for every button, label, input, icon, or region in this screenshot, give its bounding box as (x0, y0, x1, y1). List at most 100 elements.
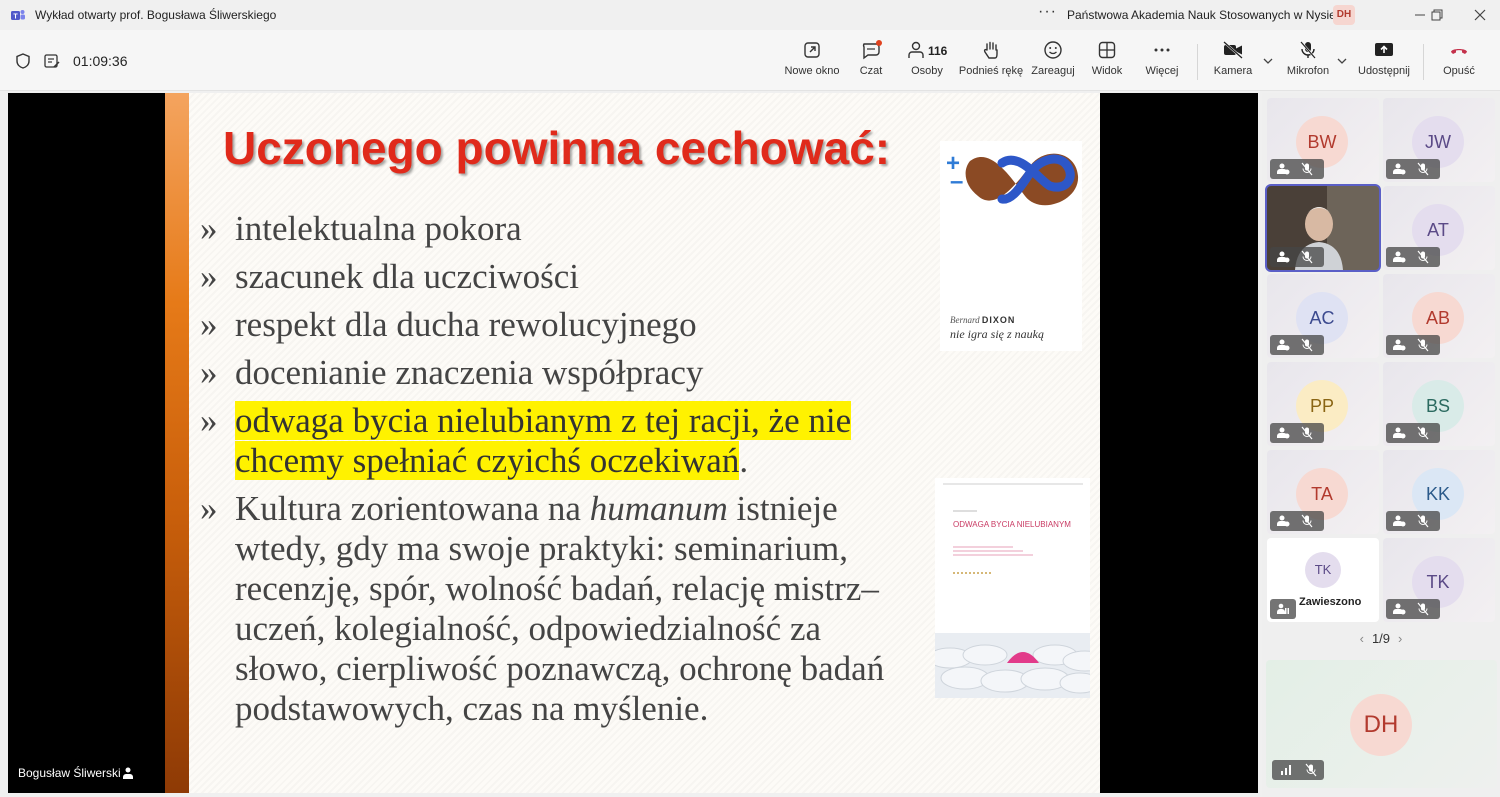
camera-button[interactable]: Kamera (1210, 40, 1256, 84)
participant-tile[interactable]: PP (1267, 362, 1379, 446)
participant-icon (1393, 163, 1406, 175)
people-count: 116 (928, 44, 948, 58)
share-button[interactable]: Udostępnij (1356, 40, 1412, 84)
bullet-mark: » (200, 209, 218, 248)
shared-content-stage[interactable]: Uczonego powinna cechować: » intelektualn… (8, 93, 1258, 793)
more-label: Więcej (1145, 65, 1179, 77)
microphone-options-chevron-down-icon[interactable] (1336, 56, 1348, 66)
people-button[interactable]: 116 Osoby (906, 40, 948, 84)
bullet-mark: » (200, 401, 218, 440)
react-button[interactable]: Zareaguj (1030, 40, 1076, 84)
leave-button[interactable]: Opuść (1436, 40, 1482, 84)
raise-hand-label: Podnieś rękę (958, 65, 1024, 77)
smiley-icon (1044, 41, 1062, 59)
bullet-mark: » (200, 489, 218, 528)
people-label: Osoby (911, 65, 943, 77)
camera-options-chevron-down-icon[interactable] (1262, 56, 1274, 66)
participant-icon (1277, 339, 1290, 351)
microphone-label: Mikrofon (1286, 65, 1330, 77)
participant-icon (1393, 515, 1406, 527)
muted-mic-icon (1417, 338, 1429, 352)
participant-tile[interactable] (1265, 184, 1381, 272)
participant-tile[interactable]: AT (1383, 186, 1495, 270)
umbrellas-picture (935, 633, 1090, 698)
list-item: » szacunek dla uczciwości (200, 257, 920, 297)
camera-label: Kamera (1213, 65, 1253, 77)
highlighted-text-end: . (739, 441, 749, 480)
participant-tile[interactable]: TK (1383, 538, 1495, 622)
bullet-text: docenianie znaczenia współpracy (235, 353, 704, 392)
participant-status-bar (1386, 599, 1440, 619)
participant-status-bar (1270, 599, 1296, 619)
self-video-tile[interactable]: DH (1266, 660, 1497, 788)
microphone-off-icon (1300, 41, 1316, 59)
book-cover-dixon: + – Bernard DIXON nie igra się z nauką (940, 141, 1082, 351)
muted-mic-icon (1301, 250, 1313, 264)
next-page-icon[interactable]: › (1398, 631, 1402, 646)
toolbar-separator (1197, 44, 1198, 80)
bullet-mark: » (200, 353, 218, 392)
svg-text:T: T (13, 14, 18, 21)
presenter-status-icon (123, 767, 133, 779)
highlighted-text: odwaga bycia nielubianym z tej racji, że… (235, 401, 852, 440)
presentation-slide: Uczonego powinna cechować: » intelektualn… (165, 93, 1100, 793)
account-avatar[interactable]: DH (1333, 5, 1355, 25)
bullet-text-italic: humanum (589, 489, 728, 528)
muted-mic-icon (1417, 250, 1429, 264)
participant-tile[interactable]: KK (1383, 450, 1495, 534)
chat-icon (862, 40, 882, 60)
shield-icon[interactable] (14, 52, 32, 70)
on-hold-label: Zawieszono (1299, 596, 1362, 608)
notes-icon[interactable] (43, 52, 61, 70)
participant-status-bar (1270, 159, 1324, 179)
book-author: Bernard DIXON (950, 315, 1015, 325)
participant-tile[interactable]: JW (1383, 98, 1495, 182)
list-item: » intelektualna pokora (200, 209, 920, 249)
muted-mic-icon (1301, 162, 1313, 176)
view-button[interactable]: Widok (1088, 40, 1126, 84)
author-last-name: DIXON (981, 315, 1016, 325)
bullet-mark: » (200, 305, 218, 344)
muted-mic-icon (1417, 162, 1429, 176)
slide-accent-bar (165, 93, 189, 793)
restore-icon[interactable] (1430, 8, 1444, 22)
bullet-text: szacunek dla uczciwości (235, 257, 580, 296)
microphone-button[interactable]: Mikrofon (1284, 40, 1332, 84)
muted-mic-icon (1301, 338, 1313, 352)
participant-status-bar (1386, 247, 1440, 267)
page-indicator: 1/9 (1371, 631, 1391, 646)
share-label: Udostępnij (1358, 65, 1410, 77)
participants-gallery: BW JW AT AC AB PP BS TA KK TK Zawieszono TK ‹ 1/9 › D… (1262, 93, 1500, 797)
presenter-name: Bogusław Śliwerski (18, 766, 121, 780)
participant-status-bar (1270, 511, 1324, 531)
previous-page-icon[interactable]: ‹ (1360, 631, 1364, 646)
participant-status-bar (1386, 423, 1440, 443)
close-icon[interactable] (1473, 8, 1487, 22)
book-title: nie igra się z nauką (950, 327, 1044, 341)
participant-tile[interactable]: AC (1267, 274, 1379, 358)
teams-logo-icon: T (11, 10, 25, 21)
participant-tile[interactable]: BW (1267, 98, 1379, 182)
gallery-pager: ‹ 1/9 › (1262, 631, 1500, 646)
more-button[interactable]: Więcej (1143, 40, 1181, 84)
toolbar-separator (1423, 44, 1424, 80)
more-options-icon[interactable]: ··· (1038, 3, 1057, 21)
participant-tile[interactable]: BS (1383, 362, 1495, 446)
chat-button[interactable]: Czat (853, 40, 889, 84)
participant-icon (1393, 339, 1406, 351)
organization-name[interactable]: Państwowa Akademia Nauk Stosowanych w Ny… (1067, 8, 1336, 22)
minimize-icon[interactable] (1413, 8, 1427, 22)
participant-status-bar (1386, 159, 1440, 179)
participant-tile[interactable]: AB (1383, 274, 1495, 358)
new-window-button[interactable]: Nowe okno (782, 40, 842, 84)
bullet-text: intelektualna pokora (235, 209, 522, 248)
self-status-bar (1272, 760, 1324, 780)
raise-hand-button[interactable]: Podnieś rękę (958, 40, 1024, 84)
participant-tile[interactable]: TA (1267, 450, 1379, 534)
new-window-label: Nowe okno (784, 65, 840, 77)
bullet-mark: » (200, 257, 218, 296)
leave-label: Opuść (1443, 65, 1475, 77)
participant-tile[interactable]: TK Zawieszono (1267, 538, 1379, 622)
participant-status-bar (1270, 423, 1324, 443)
list-item: » Kultura zorientowana na humanum istniej… (200, 489, 920, 729)
